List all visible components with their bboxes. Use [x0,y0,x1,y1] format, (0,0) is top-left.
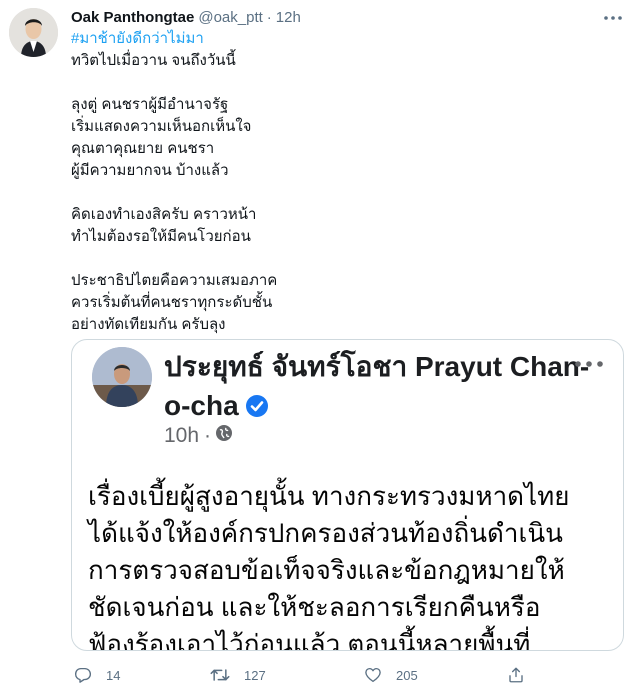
tweet-text-line [71,248,611,270]
reply-button[interactable]: 14 [74,664,120,686]
author-handle[interactable]: @oak_ptt [198,9,262,26]
tweet-text-line: อย่างทัดเทียมกัน ครับลุง [71,316,226,333]
hashtag-link[interactable]: #มาช้ายังดีกว่าไม่มา [71,30,204,47]
embedded-text-line: การตรวจสอบข้อเท็จจริงและข้อกฎหมายให้ [88,555,565,585]
embedded-author-avatar [92,347,152,407]
heart-icon [365,667,381,683]
tweet-actions: 14 127 205 [71,664,631,686]
embedded-text-line: ชัดเจนก่อน และให้ชะลอการเรียกคืนหรือ [88,592,541,622]
embedded-text-line: ฟ้องร้องเอาไว้ก่อนแล้ว ตอนนี้หลายพื้นที่ [88,629,531,651]
embedded-author-name-text: ประยุทธ์ จันทร์โอชา Prayut Chan-o-cha [164,351,590,421]
tweet-timestamp[interactable]: 12h [276,9,301,26]
like-count: 205 [396,667,418,683]
share-button[interactable] [507,664,525,686]
embedded-meta-separator: · [204,424,212,447]
embedded-text-line: เรื่องเบี้ยผู้สูงอายุนั้น ทางกระทรวงมหาด… [88,481,570,511]
attached-image[interactable]: ประยุทธ์ จันทร์โอชา Prayut Chan-o-cha 10… [71,339,624,651]
embedded-author-name: ประยุทธ์ จันทร์โอชา Prayut Chan-o-cha [164,347,594,428]
globe-icon [215,424,233,448]
share-icon [509,667,523,683]
tweet-text-line [71,182,611,204]
reply-count: 14 [106,667,121,683]
tweet-text-line: ทวิตไปเมื่อวาน จนถึงวันนี้ [71,52,236,69]
tweet-text: #มาช้ายังดีกว่าไม่มา ทวิตไปเมื่อวาน จนถึ… [71,28,611,336]
like-button[interactable]: 205 [364,664,418,686]
embedded-post-time: 10h [164,424,200,447]
tweet-text-line [71,72,611,94]
tweet-text-line: คุณตาคุณยาย คนชรา [71,140,215,157]
tweet-header: Oak Panthongtae @oak_ptt · 12h [71,7,301,27]
reply-icon [74,667,92,683]
more-options-button[interactable] [602,8,624,28]
embedded-post-meta: 10h · [164,424,233,448]
verified-badge-icon [245,389,269,428]
tweet-text-line: คิดเองทำเองสิครับ คราวหน้า [71,206,257,223]
author-avatar[interactable] [9,8,58,57]
author-display-name[interactable]: Oak Panthongtae [71,9,194,26]
retweet-icon [210,669,230,681]
embedded-post-text: เรื่องเบี้ยผู้สูงอายุนั้น ทางกระทรวงมหาด… [88,478,618,651]
tweet-text-line: ผู้มีความยากจน บ้างแล้ว [71,162,229,179]
tweet-text-line: ลุงตู่ คนชราผู้มีอำนาจรัฐ [71,96,229,113]
retweet-count: 127 [244,667,266,683]
tweet-text-line: ทำไมต้องรอให้มีคนโวยก่อน [71,228,251,245]
tweet-text-line: เริ่มแสดงความเห็นอกเห็นใจ [71,118,252,135]
tweet-text-line: ควรเริ่มต้นที่คนชราทุกระดับชั้น [71,294,273,311]
tweet[interactable]: Oak Panthongtae @oak_ptt · 12h #มาช้ายัง… [0,0,640,692]
embedded-text-line: ได้แจ้งให้องค์กรปกครองส่วนท้องถิ่นดำเนิน [88,518,563,548]
tweet-text-line: ประชาธิปไตยคือความเสมอภาค [71,272,278,289]
retweet-button[interactable]: 127 [210,664,266,686]
header-separator: · [266,8,272,26]
more-horizontal-icon [604,16,622,20]
embedded-more-icon [575,354,603,372]
